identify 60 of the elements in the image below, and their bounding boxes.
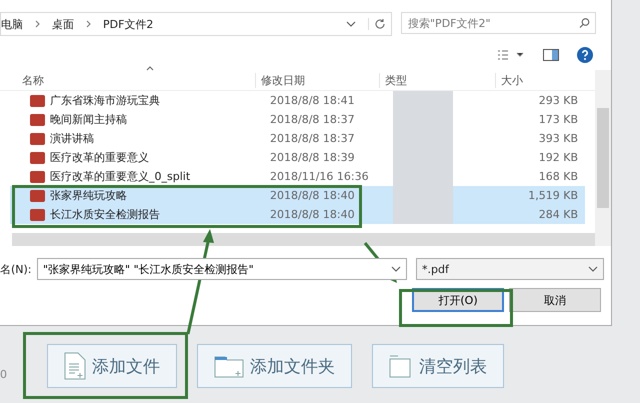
add-button[interactable]: 添加文件夹: [197, 344, 352, 388]
file-name: 长江水质安全检测报告: [50, 207, 160, 222]
file-size: 293 KB: [538, 94, 578, 107]
breadcrumb[interactable]: PDF文件2: [103, 16, 154, 32]
file-row[interactable]: 医疗改革的重要意义 2018/8/8 18:39 192 KB: [10, 148, 585, 167]
chevron-icon: [35, 20, 40, 28]
file-row[interactable]: 长江水质安全检测报告 2018/8/8 18:40 284 KB: [10, 205, 585, 224]
column-header[interactable]: 修改日期: [255, 72, 379, 88]
horizontal-scrollbar[interactable]: [12, 233, 595, 246]
file-size: 173 KB: [538, 113, 578, 126]
add-folder-icon: [214, 354, 244, 378]
modified-date: 2018/8/8 18:37: [269, 132, 356, 145]
file-name: 广东省珠海市游玩宝典: [50, 93, 160, 108]
preview-pane-icon[interactable]: [543, 49, 559, 61]
column-header[interactable]: 大小: [495, 72, 571, 88]
chevron-icon: [86, 20, 91, 28]
file-name: 医疗改革的重要意义_0_split: [50, 169, 190, 184]
modified-date: 2018/8/8 18:40: [269, 189, 356, 202]
vertical-scrollbar[interactable]: [595, 70, 611, 246]
modified-date: 2018/8/8 18:40: [269, 208, 356, 221]
dropdown-icon: [391, 266, 401, 272]
file-name: 晚间新闻主持稿: [50, 112, 127, 127]
view-list-icon[interactable]: [497, 49, 525, 61]
file-row[interactable]: 医疗改革的重要意义_0_split 2018/11/16 16:36 168 KB: [10, 167, 585, 186]
file-size: 284 KB: [538, 208, 578, 221]
breadcrumb[interactable]: 电脑: [1, 16, 23, 32]
file-name: 张家界纯玩攻略: [50, 188, 127, 203]
help-icon[interactable]: [577, 47, 593, 63]
modified-date: 2018/11/16 16:36: [269, 170, 370, 183]
side-text: 0: [0, 368, 7, 381]
file-name: 演讲讲稿: [50, 131, 94, 146]
modified-date: 2018/8/8 18:41: [269, 94, 356, 107]
address-bar[interactable]: 电脑 桌面 PDF文件2: [0, 12, 392, 36]
file-row[interactable]: 晚间新闻主持稿 2018/8/8 18:37 173 KB: [10, 110, 585, 129]
file-row[interactable]: 张家界纯玩攻略 2018/8/8 18:40 1,519 KB: [10, 186, 585, 205]
add-button[interactable]: 清空列表: [372, 344, 504, 388]
search-field[interactable]: 搜索"PDF文件2": [401, 12, 596, 34]
breadcrumb[interactable]: 桌面: [52, 16, 74, 32]
file-row[interactable]: 广东省珠海市游玩宝典 2018/8/8 18:41 293 KB: [10, 91, 585, 110]
file-name-label: 名(N):: [0, 262, 32, 276]
file-type-dropdown[interactable]: *.pdf: [416, 258, 604, 280]
file-size: 168 KB: [538, 170, 578, 183]
search-icon: [579, 18, 590, 28]
add-button[interactable]: 添加文件: [47, 344, 177, 388]
blurred-region: [393, 205, 453, 224]
cancel-button[interactable]: 取消: [509, 288, 601, 312]
file-row[interactable]: 演讲讲稿 2018/8/8 18:37 393 KB: [10, 129, 585, 148]
column-header[interactable]: 名称: [0, 72, 255, 88]
file-size: 393 KB: [538, 132, 578, 145]
column-header[interactable]: 类型: [379, 72, 495, 88]
modified-date: 2018/8/8 18:39: [269, 151, 356, 164]
file-name: 医疗改革的重要意义: [50, 150, 149, 165]
add-file-icon: [64, 352, 86, 380]
file-name-field[interactable]: "张家界纯玩攻略" "长江水质安全检测报告": [37, 258, 407, 280]
dropdown-icon: [588, 266, 598, 272]
file-size: 192 KB: [538, 151, 578, 164]
blurred-region: [393, 91, 453, 110]
modified-date: 2018/8/8 18:37: [269, 113, 356, 126]
dropdown-icon[interactable]: [346, 21, 356, 27]
file-size: 1,519 KB: [527, 189, 578, 202]
